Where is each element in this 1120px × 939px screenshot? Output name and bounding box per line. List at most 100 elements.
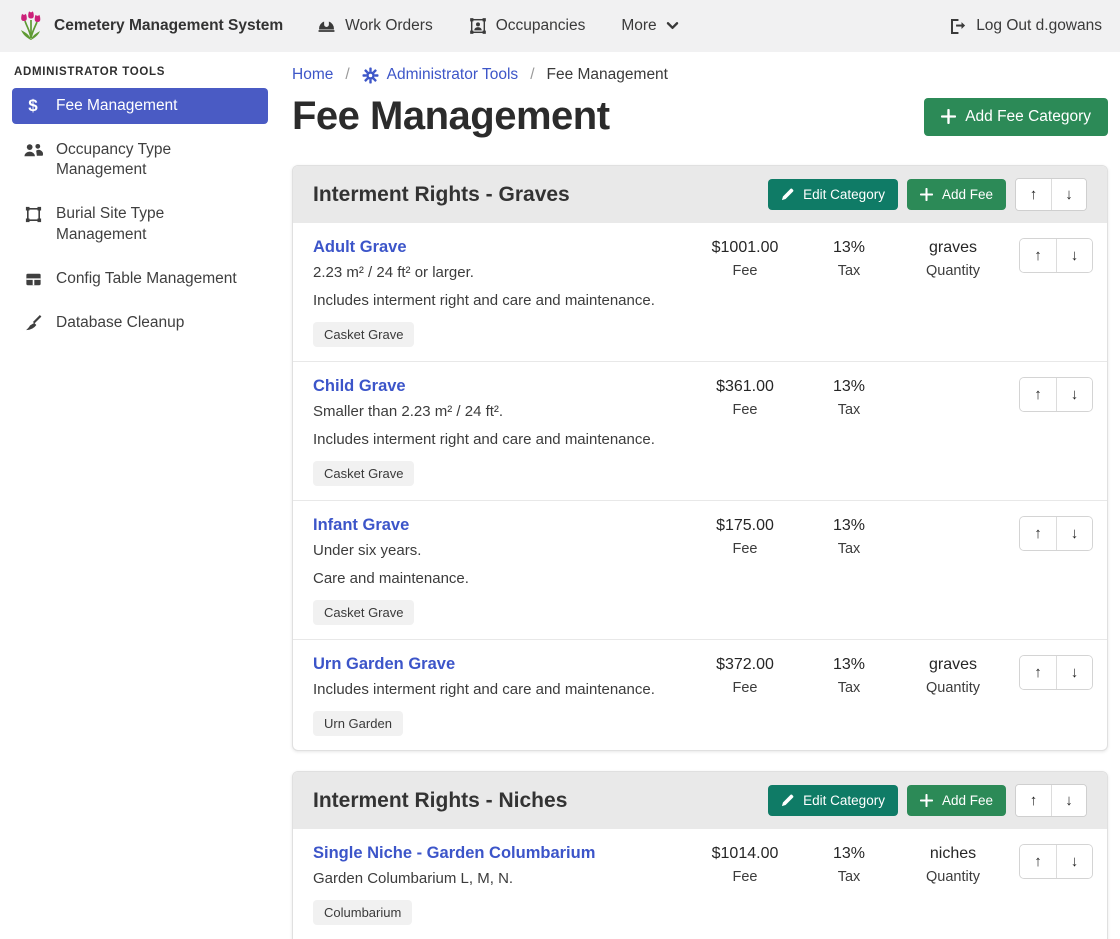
breadcrumb-separator: /: [518, 66, 546, 84]
move-fee-down-button[interactable]: ↓: [1056, 378, 1092, 411]
tulip-logo-icon: [18, 11, 44, 41]
fee-row: Infant Grave Under six years. Care and m…: [293, 500, 1107, 639]
move-category-up-button[interactable]: ↑: [1016, 785, 1051, 816]
add-fee-label: Add Fee: [942, 187, 993, 202]
add-fee-category-button[interactable]: Add Fee Category: [924, 98, 1108, 136]
move-fee-up-button[interactable]: ↑: [1020, 517, 1056, 550]
move-fee-up-button[interactable]: ↑: [1020, 239, 1056, 272]
app-brand[interactable]: Cemetery Management System: [18, 11, 283, 41]
logout-button[interactable]: Log Out d.gowans: [948, 17, 1102, 36]
fee-badge: Casket Grave: [313, 461, 414, 486]
hard-hat-icon: [317, 17, 336, 36]
add-fee-button[interactable]: Add Fee: [907, 785, 1006, 816]
add-fee-button[interactable]: Add Fee: [907, 179, 1006, 210]
gear-icon: [362, 67, 379, 84]
pencil-icon: [781, 188, 794, 201]
tax-value: 13%: [797, 517, 901, 535]
quantity-col: graves Quantity: [901, 239, 1005, 279]
sidebar-header: ADMINISTRATOR TOOLS: [14, 66, 280, 78]
nav-item-label: Work Orders: [345, 17, 433, 35]
nav-item-more[interactable]: More: [621, 17, 678, 35]
category-title: Interment Rights - Graves: [313, 183, 570, 207]
fee-name-link[interactable]: Infant Grave: [313, 516, 409, 535]
move-category-down-button[interactable]: ↓: [1051, 785, 1086, 816]
move-fee-down-button[interactable]: ↓: [1056, 656, 1092, 689]
sidebar-item-config-table[interactable]: Config Table Management: [12, 261, 268, 297]
fee-category-card: Interment Rights - Niches Edit Category …: [292, 771, 1108, 939]
fee-details: Adult Grave 2.23 m² / 24 ft² or larger. …: [313, 238, 693, 347]
tax-value: 13%: [797, 845, 901, 863]
move-fee-down-button[interactable]: ↓: [1056, 517, 1092, 550]
move-fee-up-button[interactable]: ↑: [1020, 845, 1056, 878]
move-category-down-button[interactable]: ↓: [1051, 179, 1086, 210]
plus-icon: [920, 794, 933, 807]
breadcrumb-admin-tools-link[interactable]: Administrator Tools: [362, 66, 519, 84]
quantity-value: graves: [901, 239, 1005, 257]
move-fee-up-button[interactable]: ↑: [1020, 378, 1056, 411]
move-category-up-button[interactable]: ↑: [1016, 179, 1051, 210]
quantity-col: niches Quantity: [901, 845, 1005, 885]
fee-name-link[interactable]: Single Niche - Garden Columbarium: [313, 844, 595, 863]
fee-badge: Casket Grave: [313, 600, 414, 625]
sidebar-item-database-cleanup[interactable]: Database Cleanup: [12, 305, 268, 341]
sidebar: ADMINISTRATOR TOOLS $ Fee Management Occ…: [0, 52, 280, 349]
move-fee-up-button[interactable]: ↑: [1020, 656, 1056, 689]
breadcrumb: Home /: [292, 66, 1108, 84]
fee-amount-col: $1014.00 Fee: [693, 845, 797, 885]
fee-columns: $1014.00 Fee 13% Tax niches Quantity: [693, 844, 1005, 885]
frame-person-icon: [469, 17, 487, 35]
fee-name-link[interactable]: Adult Grave: [313, 238, 407, 257]
nav-item-work-orders[interactable]: Work Orders: [317, 17, 433, 36]
fee-details: Infant Grave Under six years. Care and m…: [313, 516, 693, 625]
tax-label: Tax: [797, 869, 901, 885]
fee-name-link[interactable]: Child Grave: [313, 377, 406, 396]
edit-category-button[interactable]: Edit Category: [768, 785, 898, 816]
tax-value: 13%: [797, 378, 901, 396]
sidebar-item-occupancy-type[interactable]: Occupancy Type Management: [12, 132, 268, 188]
tax-label: Tax: [797, 263, 901, 279]
category-list: Interment Rights - Graves Edit Category …: [292, 165, 1108, 939]
move-fee-down-button[interactable]: ↓: [1056, 239, 1092, 272]
sidebar-item-burial-site-type[interactable]: Burial Site Type Management: [12, 196, 268, 252]
tax-value: 13%: [797, 239, 901, 257]
fee-reorder-group: ↑ ↓: [1019, 377, 1093, 412]
logout-label: Log Out d.gowans: [976, 17, 1102, 35]
breadcrumb-home-link[interactable]: Home: [292, 66, 333, 84]
fee-desc-2: Includes interment right and care and ma…: [313, 289, 685, 313]
move-fee-down-button[interactable]: ↓: [1056, 845, 1092, 878]
fee-amount-col: $361.00 Fee: [693, 378, 797, 418]
fee-amount: $175.00: [693, 517, 797, 535]
fee-name-link[interactable]: Urn Garden Grave: [313, 655, 455, 674]
fee-badge: Columbarium: [313, 900, 412, 925]
fee-reorder-group: ↑ ↓: [1019, 844, 1093, 879]
fee-columns: $361.00 Fee 13% Tax Quantity: [693, 377, 1005, 418]
nav-item-label: More: [621, 17, 656, 35]
fee-amount-col: $1001.00 Fee: [693, 239, 797, 279]
plus-icon: [941, 109, 956, 124]
fee-amount: $372.00: [693, 656, 797, 674]
fee-columns: $1001.00 Fee 13% Tax graves Quantity: [693, 238, 1005, 279]
sidebar-item-label: Occupancy Type Management: [56, 140, 258, 180]
sidebar-item-fee-management[interactable]: $ Fee Management: [12, 88, 268, 124]
fee-reorder-group: ↑ ↓: [1019, 238, 1093, 273]
edit-category-button[interactable]: Edit Category: [768, 179, 898, 210]
tax-col: 13% Tax: [797, 517, 901, 557]
category-actions: Edit Category Add Fee ↑ ↓: [768, 178, 1087, 211]
fee-desc-1: Garden Columbarium L, M, N.: [313, 867, 685, 891]
nav-item-occupancies[interactable]: Occupancies: [469, 17, 586, 35]
fee-label: Fee: [693, 402, 797, 418]
edit-category-label: Edit Category: [803, 187, 885, 202]
fee-row: Urn Garden Grave Includes interment righ…: [293, 639, 1107, 750]
table-icon: [22, 270, 44, 289]
breadcrumb-admin-tools-label: Administrator Tools: [387, 66, 519, 84]
tax-value: 13%: [797, 656, 901, 674]
sidebar-item-label: Config Table Management: [56, 269, 237, 289]
logout-icon: [948, 17, 967, 36]
fee-desc-1: Includes interment right and care and ma…: [313, 678, 685, 702]
main-content: Home /: [280, 52, 1120, 939]
quantity-value: niches: [901, 845, 1005, 863]
fee-amount: $1001.00: [693, 239, 797, 257]
nav-item-label: Occupancies: [496, 17, 586, 35]
tax-col: 13% Tax: [797, 656, 901, 696]
quantity-label: Quantity: [901, 869, 1005, 885]
